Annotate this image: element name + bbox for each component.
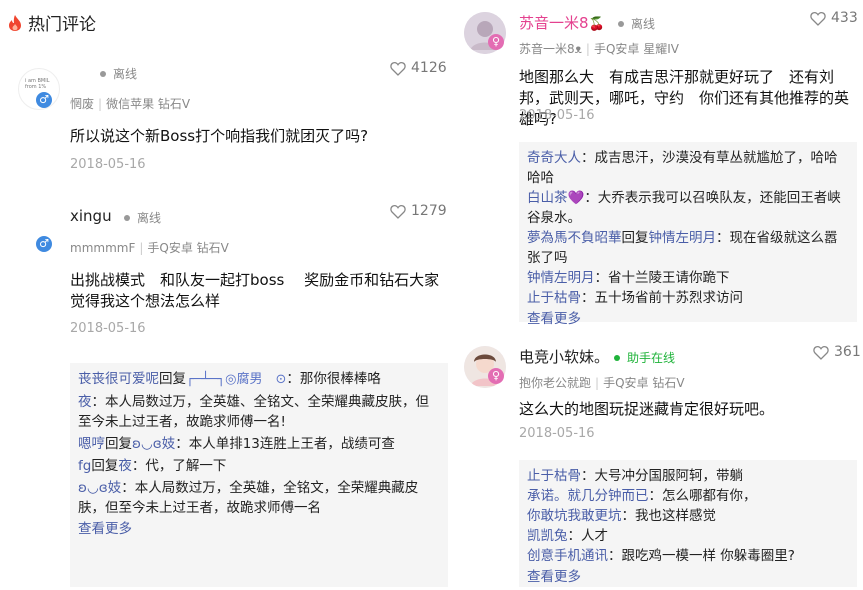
comment-date: 2018-05-16: [519, 426, 595, 441]
comment-date: 2018-05-16: [70, 321, 146, 336]
reply-target[interactable]: ʚ◡ɞ妓: [132, 436, 175, 452]
reply-author[interactable]: fg: [78, 458, 91, 474]
reply-item[interactable]: ʚ◡ɞ妓：本人局数过万，全英雄，全铭文，全荣耀典藏皮肤，但至今未上过王者，故跪求…: [78, 478, 440, 518]
view-more-link[interactable]: 查看更多: [527, 566, 849, 588]
status-dot: [124, 214, 130, 221]
reply-item[interactable]: 凯凯兔：人才: [527, 526, 849, 546]
reply-target[interactable]: ┌─┴─┐◎腐男 ⊙: [186, 372, 286, 387]
reply-author[interactable]: 丧丧很可爱呢: [78, 371, 159, 387]
reply-item[interactable]: fg回复夜：代，了解一下: [78, 456, 440, 476]
reply-item[interactable]: 夜：本人局数过万，全英雄、全铭文、全荣耀典藏皮肤，但至今未上过王者，故跪求师傅一…: [78, 392, 440, 432]
user-meta: 抱你老公就跑 | 手Q安卓 钻石V: [519, 376, 685, 390]
heart-icon: [390, 204, 406, 219]
view-more-link[interactable]: 查看更多: [78, 518, 440, 540]
gender-female-icon: ♀: [488, 368, 504, 384]
comment-card: ♂ xingu 离线 1279 mmmmmF | 手Q安卓 钻石V 出挑战模式 和队…: [0, 0, 458, 590]
user-meta: mmmmmF | 手Q安卓 钻石V: [70, 241, 229, 255]
heart-icon: [813, 345, 829, 360]
reply-box: 丧丧很可爱呢回复┌─┴─┐◎腐男 ⊙：那你很棒棒咯 夜：本人局数过万，全英雄、全…: [70, 363, 448, 587]
reply-item[interactable]: 丧丧很可爱呢回复┌─┴─┐◎腐男 ⊙：那你很棒棒咯: [78, 369, 440, 390]
reply-author[interactable]: 创意手机通讯: [527, 548, 608, 564]
reply-item[interactable]: 创意手机通讯：跟吃鸡一模一样 你躲毒圈里?: [527, 546, 849, 566]
reply-author[interactable]: 你敢坑我敢更坑: [527, 508, 622, 524]
reply-item[interactable]: 嗯哼回复ʚ◡ɞ妓：本人单排13连胜上王者，战绩可查: [78, 434, 440, 454]
gender-male-icon: ♂: [36, 236, 52, 252]
reply-author[interactable]: 凯凯兔: [527, 528, 568, 544]
reply-item[interactable]: 止于枯骨：大号冲分国服阿轲，带躺: [527, 466, 849, 486]
reply-item[interactable]: 你敢坑我敢更坑：我也这样感觉: [527, 506, 849, 526]
reply-author[interactable]: 嗯哼: [78, 436, 105, 452]
online-status: 助手在线: [614, 349, 675, 366]
status-dot: [614, 354, 620, 361]
like-button[interactable]: 1279: [390, 203, 447, 219]
comment-card: ♀ 电竞小软妹。 助手在线 361 抱你老公就跑 | 手Q安卓 钻石V 这么大的地图…: [458, 0, 863, 590]
reply-target[interactable]: 夜: [118, 458, 132, 474]
like-button[interactable]: 361: [813, 344, 861, 360]
reply-author[interactable]: 夜: [78, 394, 92, 410]
like-count: 1279: [411, 203, 447, 219]
reply-item[interactable]: 承诺。就几分钟而已：怎么哪都有你，: [527, 486, 849, 506]
reply-author[interactable]: 承诺。就几分钟而已: [527, 488, 649, 504]
like-count: 361: [834, 344, 861, 360]
online-status: 离线: [124, 209, 161, 226]
username[interactable]: xingu: [70, 207, 112, 225]
reply-author[interactable]: ʚ◡ɞ妓: [78, 480, 121, 496]
comment-text: 出挑战模式 和队友一起打boss 奖励金币和钻石大家觉得我这个想法怎么样: [70, 271, 440, 310]
comment-text: 这么大的地图玩捉迷藏肯定很好玩吧。: [519, 400, 775, 418]
username[interactable]: 电竞小软妹。: [519, 346, 609, 367]
reply-box: 止于枯骨：大号冲分国服阿轲，带躺 承诺。就几分钟而已：怎么哪都有你， 你敢坑我敢…: [519, 460, 857, 587]
reply-author[interactable]: 止于枯骨: [527, 468, 581, 484]
